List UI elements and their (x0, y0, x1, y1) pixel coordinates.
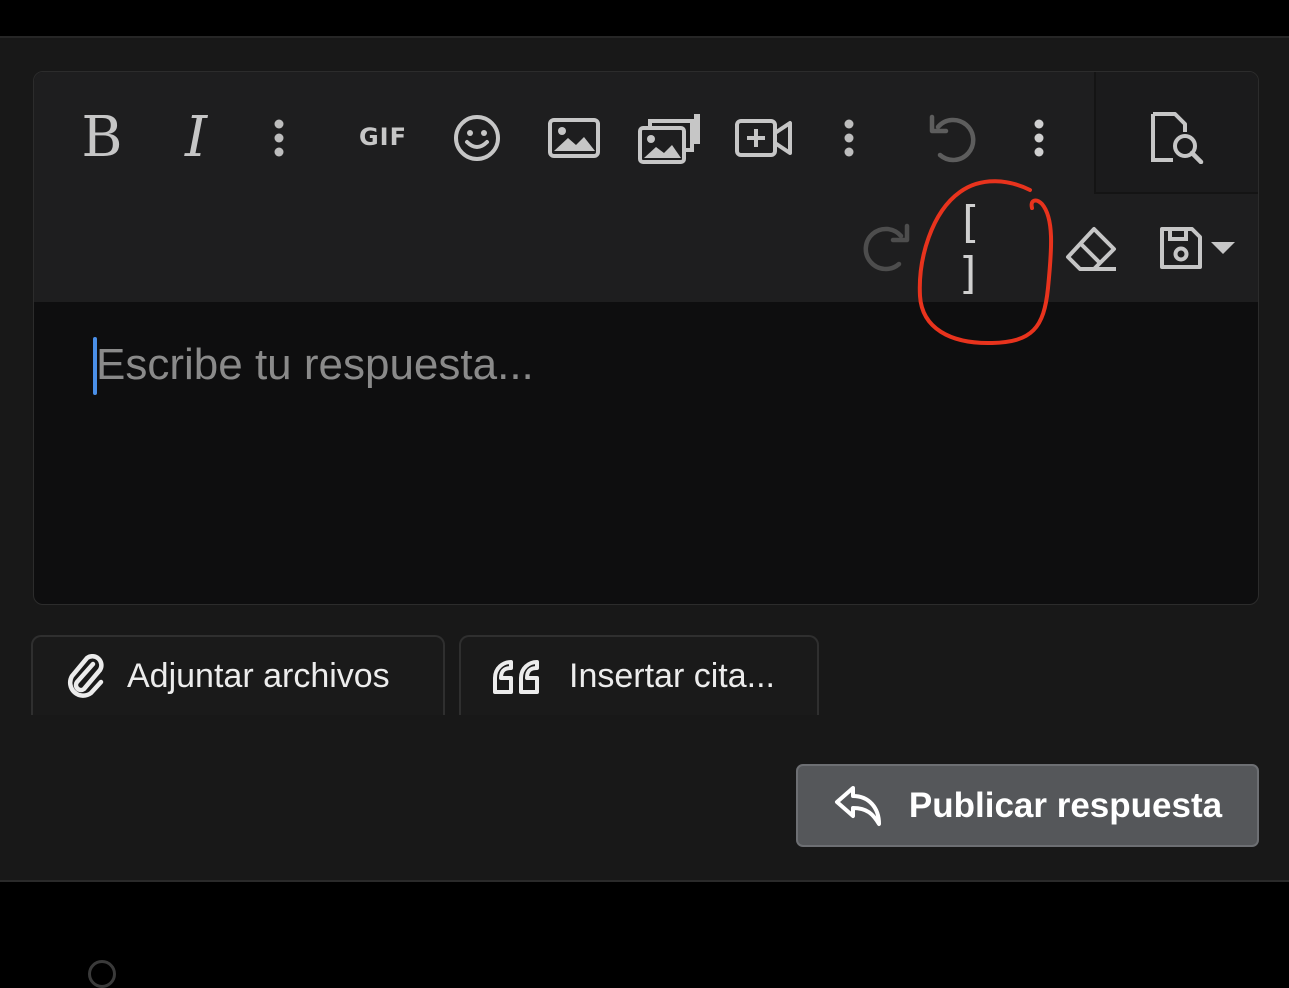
vertical-ellipsis-icon (844, 119, 854, 157)
bold-button[interactable]: B (74, 104, 130, 170)
reply-icon (834, 785, 881, 826)
smiley-icon (454, 115, 500, 161)
editor-toolbar: B I GIF [] (34, 72, 1258, 302)
save-draft-button[interactable] (1154, 222, 1240, 274)
insert-quote-label: Insertar cita... (569, 656, 775, 695)
bold-label: B (81, 104, 123, 170)
vertical-ellipsis-icon (1034, 119, 1044, 157)
attach-files-button[interactable]: Adjuntar archivos (31, 635, 445, 715)
gif-label: GIF (358, 123, 408, 151)
publish-reply-button[interactable]: Publicar respuesta (796, 764, 1259, 847)
preview-button[interactable] (1148, 110, 1208, 166)
editor-content[interactable]: Escribe tu respuesta... (34, 302, 1258, 604)
reply-placeholder: Escribe tu respuesta... (96, 340, 534, 389)
insert-image-button[interactable] (544, 114, 604, 162)
italic-button[interactable]: I (170, 104, 222, 170)
insert-gallery-button[interactable] (634, 110, 706, 166)
preview-toggle-cell (1094, 72, 1258, 194)
more-insert-button[interactable] (834, 112, 864, 164)
undo-button[interactable] (924, 112, 980, 166)
video-add-icon (735, 119, 792, 157)
publish-reply-label: Publicar respuesta (908, 785, 1223, 825)
code-brackets-label: [ ] (956, 197, 997, 299)
more-options-button[interactable] (1024, 112, 1054, 164)
clear-format-button[interactable] (1062, 222, 1120, 274)
paperclip-icon (67, 654, 104, 698)
vertical-ellipsis-icon (274, 119, 284, 157)
attach-files-label: Adjuntar archivos (127, 656, 390, 695)
user-icon (88, 960, 116, 988)
media-gallery-icon (638, 114, 700, 164)
redo-button[interactable] (859, 220, 915, 276)
document-search-icon (1151, 112, 1204, 164)
insert-quote-button[interactable]: Insertar cita... (459, 635, 819, 715)
gif-button[interactable]: GIF (351, 117, 415, 157)
redo-icon (863, 223, 910, 272)
quote-icon (493, 660, 539, 694)
undo-icon (929, 114, 976, 163)
code-brackets-button[interactable]: [ ] (956, 197, 1026, 299)
chevron-down-icon (1211, 242, 1235, 254)
rich-text-editor: B I GIF [] Escribe tu respuesta... (33, 71, 1259, 605)
floppy-icon (1160, 227, 1202, 269)
image-icon (548, 118, 600, 158)
insert-video-button[interactable] (734, 114, 794, 162)
more-format-button[interactable] (264, 112, 294, 164)
italic-label: I (184, 104, 208, 170)
emoji-button[interactable] (449, 112, 505, 164)
eraser-icon (1066, 227, 1116, 271)
